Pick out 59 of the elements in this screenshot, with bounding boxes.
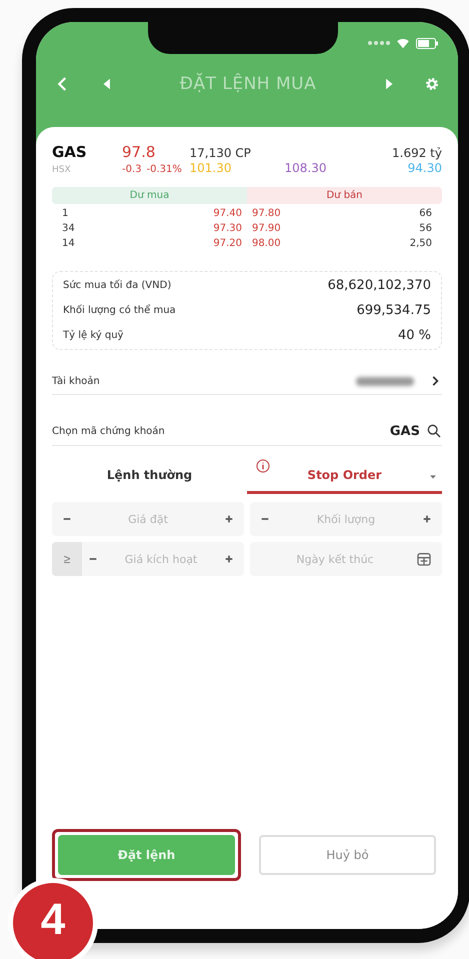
step-badge: 4 [8, 878, 98, 959]
ask-price: 97.90 [252, 223, 282, 234]
battery-icon [416, 38, 438, 48]
ask-volume: 66 [418, 208, 432, 219]
ask-volume: 2,50 [408, 238, 432, 249]
order-type-tab[interactable]: Stop Order [247, 456, 442, 494]
plus-icon [422, 514, 432, 524]
account-label: Tài khoản [52, 376, 100, 386]
number-input[interactable]: Khối lượng [276, 512, 416, 526]
number-input[interactable]: Giá đặt [78, 512, 218, 526]
stepper-field[interactable]: Khối lượng [250, 502, 442, 536]
ask-price: 97.80 [252, 208, 282, 219]
last-price: 97.8 [122, 143, 156, 161]
selected-symbol: GAS [390, 424, 420, 438]
plus-icon [224, 514, 234, 524]
date-input[interactable]: Ngày kết thúc [260, 552, 410, 566]
symbol-picker-label: Chọn mã chứng khoán [52, 426, 165, 436]
ask-volume: 56 [418, 223, 432, 234]
search-icon [426, 423, 442, 439]
reference-price: 101.30 [190, 161, 232, 175]
bid-volume: 14 [62, 238, 76, 249]
bid-volume: 34 [62, 223, 76, 234]
summary-value: 699,534.75 [356, 303, 431, 318]
blurred-account-number [356, 376, 414, 386]
order-type-tab[interactable]: Lệnh thường [52, 456, 247, 494]
trade-value: 1.692 tỷ [391, 146, 442, 160]
place-order-button[interactable]: Đặt lệnh [58, 835, 235, 875]
floor-price: 94.30 [406, 161, 442, 175]
bid-price: 97.40 [212, 208, 242, 219]
price-change: -0.3 [122, 164, 142, 175]
settings-icon [424, 76, 440, 92]
summary-value: 40 % [398, 328, 431, 343]
bid-price: 97.20 [212, 238, 242, 249]
calendar-icon [416, 551, 432, 567]
stock-symbol: GAS [52, 143, 88, 161]
bid-header: Dư mua [52, 187, 247, 204]
operator-button[interactable]: ≥ [52, 542, 82, 576]
summary-value: 68,620,102,370 [328, 278, 431, 293]
trigger-price-input[interactable]: Giá kích hoạt [104, 552, 218, 566]
ceiling-price: 108.30 [284, 161, 328, 175]
screen-title: ĐẶT LỆNH MUA [178, 74, 318, 94]
plus-icon [224, 554, 234, 564]
ask-header: Dư bán [247, 187, 442, 204]
wifi-icon [396, 36, 410, 50]
volume: 17,130 CP [190, 146, 252, 160]
info-icon [255, 458, 271, 474]
price-change-percent: -0.31% [146, 164, 182, 175]
ask-price: 98.00 [252, 238, 282, 249]
summary-label: Khối lượng có thể mua [63, 305, 176, 316]
bid-volume: 1 [62, 208, 70, 219]
summary-label: Sức mua tối đa (VND) [63, 280, 172, 291]
date-field[interactable]: Ngày kết thúc [250, 542, 442, 576]
trigger-price-field[interactable]: ≥ Giá kích hoạt [52, 542, 244, 576]
exchange: HSX [52, 165, 72, 175]
bid-price: 97.30 [212, 223, 242, 234]
signal-icon [368, 40, 390, 46]
cancel-button[interactable]: Huỷ bỏ [259, 835, 436, 875]
stepper-field[interactable]: Giá đặt [52, 502, 244, 536]
summary-label: Tỷ lệ ký quỹ [63, 330, 124, 341]
